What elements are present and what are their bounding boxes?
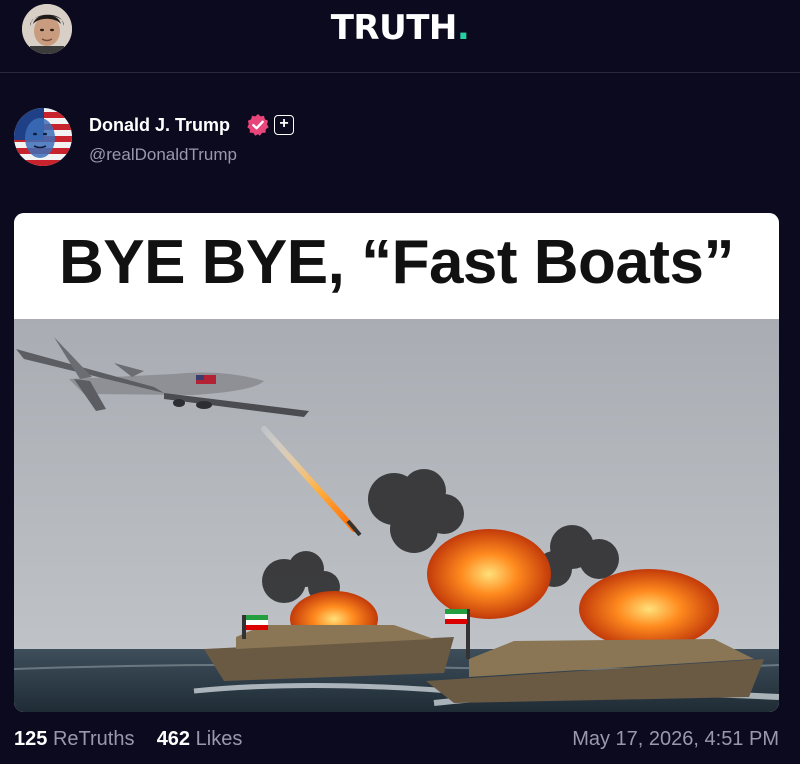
plus-icon: + <box>279 115 289 132</box>
retruths-label[interactable]: ReTruths <box>53 728 135 750</box>
follow-plus-button[interactable]: + <box>274 115 294 135</box>
media-headline: BYE BYE, “Fast Boats” <box>58 228 735 297</box>
top-bar: TRUTH. <box>0 0 800 73</box>
verified-badge-icon <box>247 114 269 136</box>
media-headline-box: BYE BYE, “Fast Boats” <box>14 213 779 319</box>
truth-logo[interactable]: TRUTH. <box>0 8 800 48</box>
post-timestamp[interactable]: May 17, 2026, 4:51 PM <box>572 728 779 751</box>
author-name[interactable]: Donald J. Trump <box>89 115 230 136</box>
likes-count[interactable]: 462 <box>157 728 190 750</box>
logo-dot: . <box>456 8 470 48</box>
flag-portrait-icon <box>14 108 72 166</box>
retruths-count[interactable]: 125 <box>14 728 47 750</box>
post-media-image[interactable]: BYE BYE, “Fast Boats” <box>14 213 779 712</box>
image-drone-strike-boats <box>14 319 779 712</box>
logo-text: TRUTH <box>330 8 458 48</box>
post-stats: 125 ReTruths 462 Likes <box>14 728 242 751</box>
author-avatar[interactable] <box>14 108 72 166</box>
author-handle[interactable]: @realDonaldTrump <box>89 145 237 165</box>
likes-label[interactable]: Likes <box>196 728 243 750</box>
